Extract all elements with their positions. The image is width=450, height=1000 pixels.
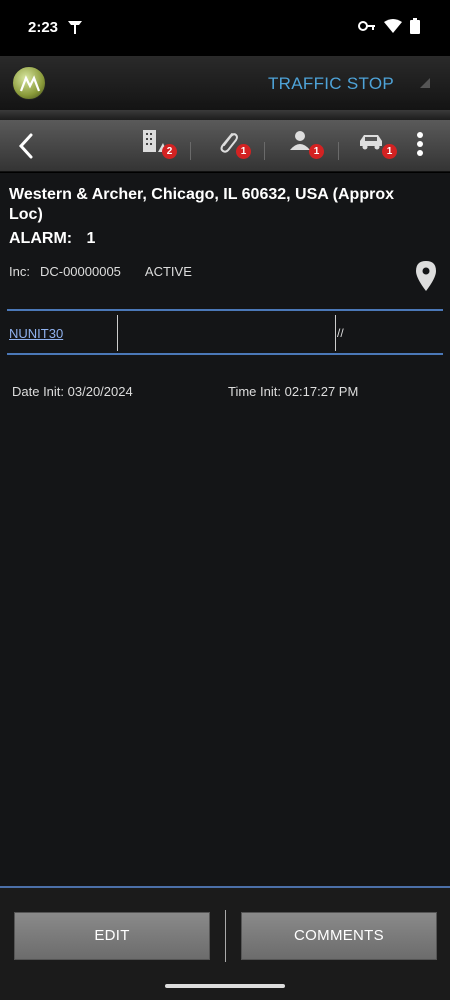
badge-count: 1 — [236, 144, 251, 159]
wifi-icon — [384, 19, 402, 33]
page-title[interactable]: TRAFFIC STOP — [268, 74, 394, 94]
status-bar: 2:23 — [0, 0, 450, 56]
edit-button[interactable]: EDIT — [14, 912, 210, 960]
chevron-left-icon[interactable] — [14, 132, 38, 160]
unit-link[interactable]: NUNIT30 — [9, 326, 63, 341]
alarm-label: ALARM: — [9, 230, 73, 247]
status-time: 2:23 — [28, 19, 59, 36]
toolbar-separator — [190, 142, 191, 160]
inc-label: Inc: — [9, 264, 30, 279]
toolbar: 2 1 1 1 — [0, 120, 450, 172]
status-badge: ACTIVE — [144, 264, 192, 279]
persons-button[interactable]: 1 — [282, 126, 324, 166]
unit-separator — [117, 315, 118, 351]
incident-address: Western & Archer, Chicago, IL 60632, USA… — [9, 186, 394, 223]
map-pin-icon[interactable] — [416, 261, 436, 291]
incident-details: Western & Archer, Chicago, IL 60632, USA… — [0, 173, 450, 887]
unit-slashes: // — [337, 326, 344, 340]
time-init: Time Init: 02:17:27 PM — [228, 384, 359, 399]
battery-icon — [410, 18, 420, 34]
motorola-logo — [12, 66, 46, 100]
unit-row: NUNIT30 // — [7, 309, 443, 355]
badge-count: 1 — [382, 144, 397, 159]
kebab-menu-icon[interactable] — [416, 132, 424, 160]
toolbar-separator — [338, 142, 339, 160]
header-divider — [0, 110, 450, 120]
attachments-button[interactable]: 1 — [210, 126, 251, 166]
home-indicator[interactable] — [165, 984, 285, 988]
dropdown-corner-icon[interactable] — [420, 78, 430, 88]
incident-info-row: Inc: DC-00000005 ACTIVE — [9, 264, 192, 279]
comments-button[interactable]: COMMENTS — [241, 912, 437, 960]
unit-separator — [335, 315, 336, 351]
building-alert-button[interactable]: 2 — [135, 126, 177, 166]
action-bar: EDIT COMMENTS — [0, 888, 450, 1000]
signal-antenna-icon — [68, 21, 82, 34]
key-icon — [358, 21, 375, 31]
vehicles-button[interactable]: 1 — [355, 126, 397, 166]
action-separator — [225, 910, 226, 962]
alarm-level: ALARM: 1 — [9, 230, 95, 248]
badge-count: 2 — [162, 144, 177, 159]
car-icon — [360, 135, 382, 150]
app-header: TRAFFIC STOP — [0, 56, 450, 110]
toolbar-separator — [264, 142, 265, 160]
alarm-value: 1 — [86, 230, 96, 247]
incident-id: DC-00000005 — [39, 264, 121, 279]
date-init: Date Init: 03/20/2024 — [12, 384, 133, 399]
badge-count: 1 — [309, 144, 324, 159]
